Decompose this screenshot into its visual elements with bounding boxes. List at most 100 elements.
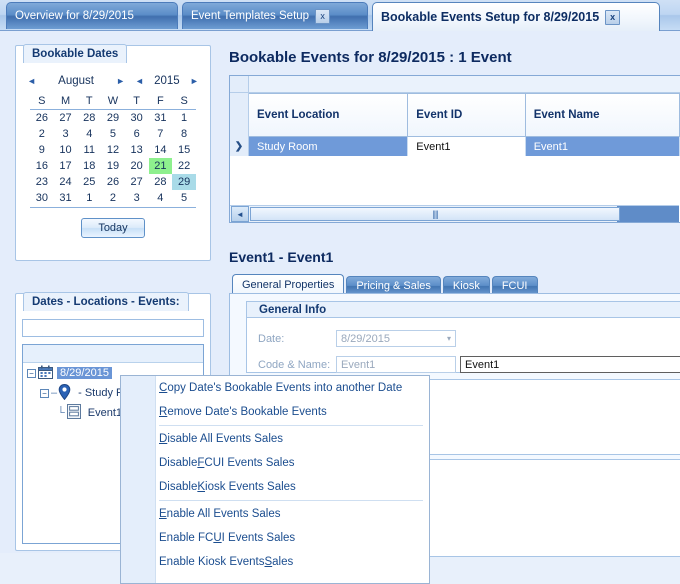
close-icon[interactable]: x <box>605 9 621 25</box>
calendar-day-14[interactable]: 14 <box>149 142 173 158</box>
calendar-day-17[interactable]: 17 <box>54 158 78 174</box>
calendar-day-6[interactable]: 6 <box>125 126 149 142</box>
calendar-day-31[interactable]: 31 <box>149 110 173 127</box>
calendar-day-4[interactable]: 4 <box>77 126 101 142</box>
tree-guide-line: – <box>51 387 58 399</box>
calendar-day-12[interactable]: 12 <box>101 142 125 158</box>
calendar-dayname-6: S <box>180 95 188 107</box>
calendar-day-8[interactable]: 8 <box>172 126 196 142</box>
calendar-day-29[interactable]: 29 <box>172 174 196 190</box>
calendar-bottom-rule <box>30 207 196 208</box>
grid-header-row: Event Location Event ID Event Name <box>230 93 680 137</box>
calendar-day-23[interactable]: 23 <box>30 174 54 190</box>
calendar-day-30[interactable]: 30 <box>125 110 149 127</box>
menu-item-disable-all-events-sales[interactable]: Disable All Events Sales <box>155 427 429 451</box>
calendar-day-24[interactable]: 24 <box>54 174 78 190</box>
column-header-event-location[interactable]: Event Location <box>249 93 409 137</box>
menu-item-remove-date-s-bookable-events[interactable]: Remove Date's Bookable Events <box>155 400 429 424</box>
calendar-day-2[interactable]: 2 <box>30 126 54 142</box>
calendar-day-22[interactable]: 22 <box>172 158 196 174</box>
menu-separator <box>159 425 423 426</box>
next-year-icon[interactable]: ► <box>187 76 202 86</box>
calendar-day-1[interactable]: 1 <box>77 190 101 206</box>
calendar-day-2[interactable]: 2 <box>101 190 125 206</box>
column-header-event-id[interactable]: Event ID <box>408 93 526 137</box>
tab-event-templates-setup[interactable]: Event Templates Setup x <box>182 2 368 29</box>
column-header-event-name[interactable]: Event Name <box>525 93 680 137</box>
calendar-month-label: August <box>58 75 94 87</box>
date-field[interactable]: 8/29/2015 ▾ <box>336 330 456 347</box>
calendar-day-28[interactable]: 28 <box>77 110 101 127</box>
menu-separator <box>159 500 423 501</box>
tab-overview[interactable]: Overview for 8/29/2015 <box>6 2 178 29</box>
menu-item-enable-all-events-sales[interactable]: Enable All Events Sales <box>155 502 429 526</box>
calendar-days[interactable]: 26 27 28 29 30 31 1 2 3 4 5 6 7 8 9 10 11 12 13 14 15 16 17 18 1… <box>30 110 196 207</box>
calendar-day-7[interactable]: 7 <box>149 126 173 142</box>
detail-tab-bar: General Properties Pricing & Sales Kiosk… <box>232 274 538 295</box>
grid-horizontal-scrollbar[interactable]: ◄ |||| <box>230 205 679 222</box>
calendar-day-20[interactable]: 20 <box>125 158 149 174</box>
calendar-day-5[interactable]: 5 <box>172 190 196 206</box>
prev-month-icon[interactable]: ◄ <box>24 76 39 86</box>
calendar-day-4[interactable]: 4 <box>149 190 173 206</box>
menu-item-enable-kiosk-events-sales[interactable]: Enable Kiosk Events Sales <box>155 550 429 574</box>
menu-item-copy-date-s-bookable-events-into-another-date[interactable]: Copy Date's Bookable Events into another… <box>155 376 429 400</box>
calendar-day-29[interactable]: 29 <box>101 110 125 127</box>
collapse-icon[interactable]: − <box>40 388 49 398</box>
scrollbar-track[interactable]: |||| <box>250 207 620 221</box>
calendar-day-3[interactable]: 3 <box>125 190 149 206</box>
calendar-day-28[interactable]: 28 <box>149 174 173 190</box>
calendar-day-10[interactable]: 10 <box>54 142 78 158</box>
calendar-day-27[interactable]: 27 <box>125 174 149 190</box>
page-title: Bookable Events for 8/29/2015 : 1 Event <box>229 49 512 66</box>
table-row[interactable]: ❯ Study Room Event1 Event1 <box>230 137 680 156</box>
prev-year-icon[interactable]: ◄ <box>132 76 147 86</box>
chevron-down-icon[interactable]: ▾ <box>447 334 451 343</box>
calendar-day-9[interactable]: 9 <box>30 142 54 158</box>
tree-search-input[interactable] <box>22 319 204 337</box>
calendar-day-19[interactable]: 19 <box>101 158 125 174</box>
scrollbar-filler <box>617 206 679 222</box>
calendar-day-13[interactable]: 13 <box>125 142 149 158</box>
cell-event-id[interactable]: Event1 <box>408 137 526 156</box>
grid-top-strip <box>230 76 680 93</box>
calendar-day-26[interactable]: 26 <box>101 174 125 190</box>
event-name-field[interactable]: Event1 <box>460 356 680 373</box>
calendar-day-5[interactable]: 5 <box>101 126 125 142</box>
tab-bookable-events-setup[interactable]: Bookable Events Setup for 8/29/2015 x <box>372 2 660 31</box>
cell-event-location[interactable]: Study Room <box>249 137 409 156</box>
calendar-day-26[interactable]: 26 <box>30 110 54 127</box>
collapse-icon[interactable]: − <box>27 368 36 378</box>
calendar-day-3[interactable]: 3 <box>54 126 78 142</box>
calendar-day-30[interactable]: 30 <box>30 190 54 206</box>
close-icon[interactable]: x <box>315 8 331 24</box>
calendar-day-1[interactable]: 1 <box>172 110 196 127</box>
calendar-week: 2345678 <box>30 126 196 142</box>
scrollbar-thumb[interactable]: |||| <box>250 207 620 221</box>
calendar-day-31[interactable]: 31 <box>54 190 78 206</box>
menu-item-disable-kiosk-events-sales[interactable]: Disable Kiosk Events Sales <box>155 475 429 499</box>
next-month-icon[interactable]: ► <box>113 76 128 86</box>
calendar[interactable]: ◄ August ► ◄ 2015 ► SMTWTFS 26 27 28 29 30 31… <box>22 71 204 256</box>
cell-event-name[interactable]: Event1 <box>525 137 680 156</box>
tab-event-templates-setup-label: Event Templates Setup <box>191 10 310 22</box>
calendar-day-21[interactable]: 21 <box>148 158 173 174</box>
dates-locations-events-title: Dates - Locations - Events: <box>23 292 189 311</box>
today-button[interactable]: Today <box>81 218 145 238</box>
menu-item-enable-fcui-events-sales[interactable]: Enable FC U I Events Sales <box>155 526 429 550</box>
calendar-day-18[interactable]: 18 <box>77 158 101 174</box>
tab-general-properties[interactable]: General Properties <box>232 274 345 295</box>
map-pin-icon <box>58 383 71 403</box>
calendar-day-16[interactable]: 16 <box>30 158 54 174</box>
scroll-left-icon[interactable]: ◄ <box>231 206 249 222</box>
calendar-day-11[interactable]: 11 <box>77 142 101 158</box>
menu-item-disable-fcui-events-sales[interactable]: Disable F CUI Events Sales <box>155 451 429 475</box>
calendar-day-15[interactable]: 15 <box>172 142 196 158</box>
date-label: Date: <box>258 332 285 345</box>
calendar-day-25[interactable]: 25 <box>77 174 101 190</box>
events-grid[interactable]: Event Location Event ID Event Name ❯ Stu… <box>229 75 680 223</box>
tree-node-event-label: Event1 <box>87 407 123 419</box>
calendar-year-label: 2015 <box>154 75 180 87</box>
calendar-day-27[interactable]: 27 <box>54 110 78 127</box>
event-code-field[interactable]: Event1 <box>336 356 456 373</box>
